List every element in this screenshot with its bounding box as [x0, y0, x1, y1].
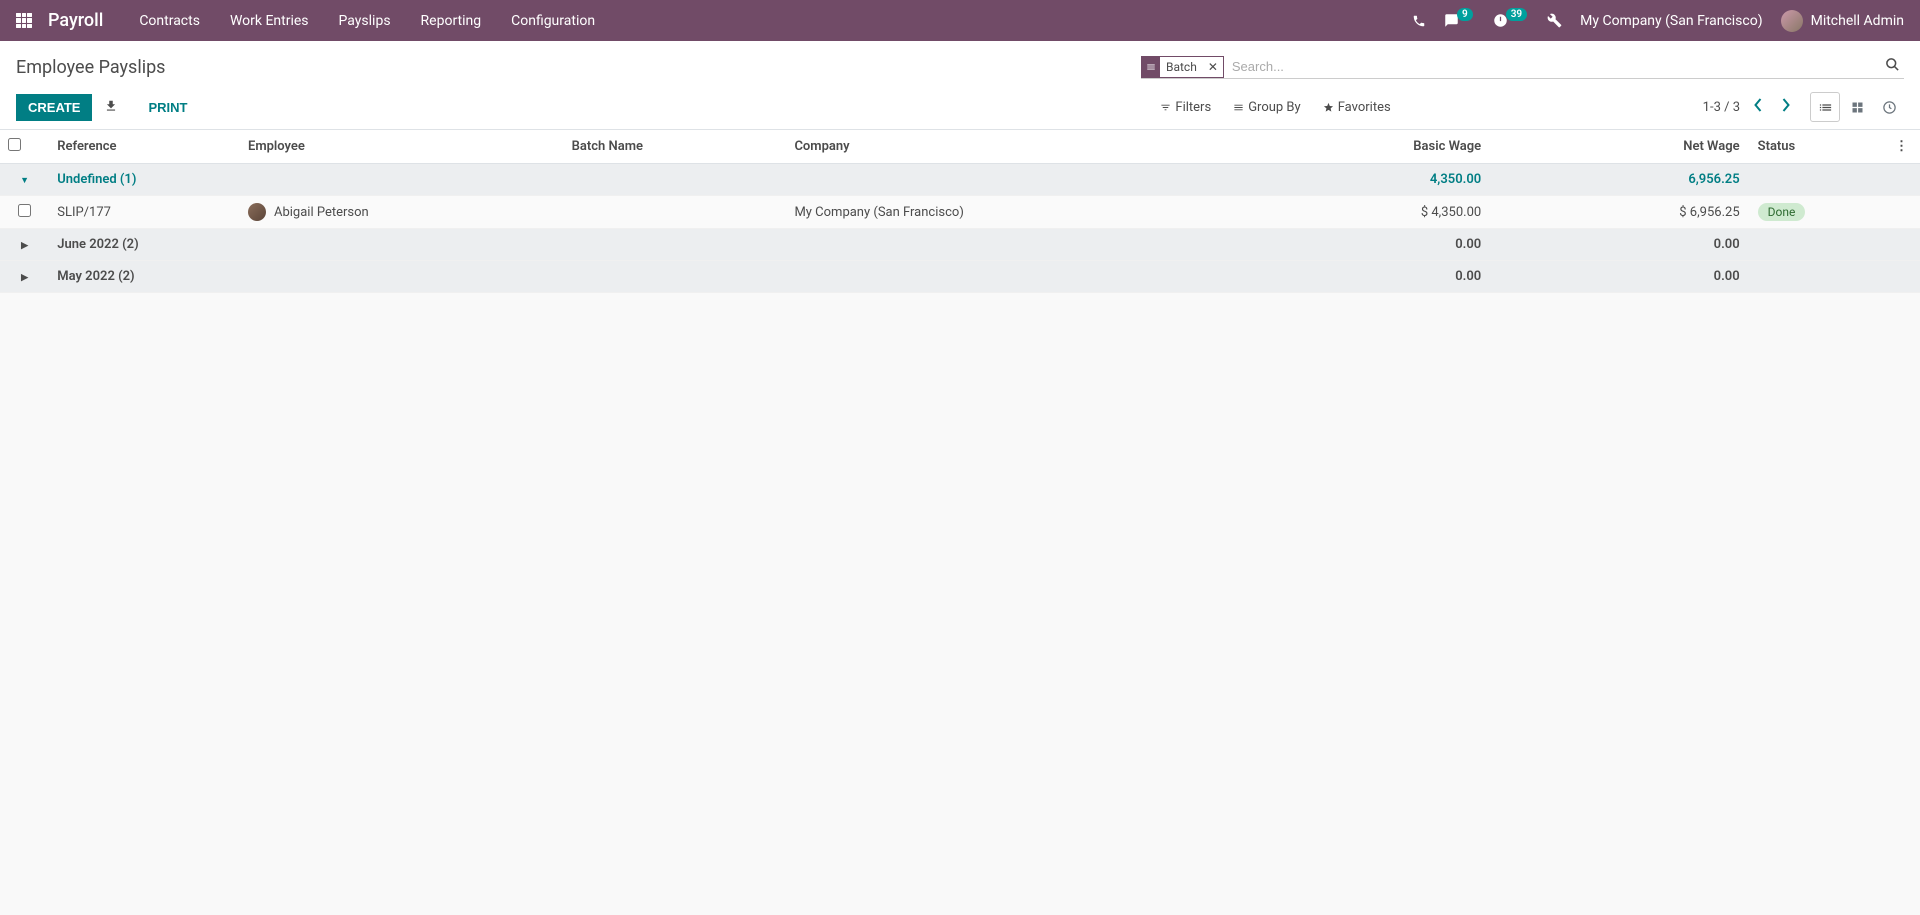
facet-remove[interactable]: ✕ — [1203, 60, 1223, 74]
groupby-facet-icon — [1142, 57, 1160, 77]
caret-icon: ▶ — [20, 273, 30, 283]
cell-batch — [564, 196, 787, 229]
export-button[interactable] — [94, 93, 128, 122]
select-all-checkbox[interactable] — [8, 138, 21, 151]
group-basic-wage: 0.00 — [1231, 261, 1489, 293]
groupby-icon — [1233, 102, 1244, 113]
row-checkbox[interactable] — [18, 204, 31, 217]
debug-icon[interactable] — [1547, 13, 1562, 28]
nav-configuration[interactable]: Configuration — [511, 13, 595, 29]
columns-menu[interactable]: ⋮ — [1883, 130, 1920, 164]
group-net-wage: 0.00 — [1489, 229, 1747, 261]
groupby-label: Group By — [1248, 100, 1301, 115]
nav-menu: Contracts Work Entries Payslips Reportin… — [139, 13, 595, 29]
filters-label: Filters — [1175, 100, 1211, 115]
caret-icon: ▼ — [20, 175, 30, 186]
col-employee[interactable]: Employee — [240, 130, 564, 164]
search-facet: Batch ✕ — [1141, 56, 1224, 78]
cell-basic-wage: $ 4,350.00 — [1231, 196, 1489, 229]
phone-icon[interactable] — [1412, 14, 1426, 28]
pager-next[interactable] — [1777, 94, 1794, 120]
col-status[interactable]: Status — [1748, 130, 1883, 164]
group-title: June 2022 (2) — [57, 237, 138, 252]
nav-work-entries[interactable]: Work Entries — [230, 13, 309, 29]
activities-badge: 39 — [1506, 8, 1527, 21]
pager-range[interactable]: 1-3 / 3 — [1703, 100, 1740, 115]
group-title: May 2022 (2) — [57, 269, 134, 284]
employee-avatar — [248, 203, 266, 221]
col-reference[interactable]: Reference — [49, 130, 240, 164]
groupby-button[interactable]: Group By — [1233, 100, 1301, 115]
apps-icon[interactable] — [16, 13, 32, 29]
control-panel: Employee Payslips Batch ✕ CREATE PRINT — [0, 41, 1920, 130]
activities-icon[interactable]: 39 — [1493, 13, 1529, 28]
group-net-wage: 6,956.25 — [1489, 164, 1747, 196]
nav-payslips[interactable]: Payslips — [339, 13, 391, 29]
group-row[interactable]: ▶ May 2022 (2) 0.000.00 — [0, 261, 1920, 293]
filters-button[interactable]: Filters — [1160, 100, 1211, 115]
col-batch[interactable]: Batch Name — [564, 130, 787, 164]
pager-prev[interactable] — [1750, 94, 1767, 120]
avatar — [1781, 10, 1803, 32]
filter-icon — [1160, 102, 1171, 113]
col-company[interactable]: Company — [786, 130, 1230, 164]
group-basic-wage: 0.00 — [1231, 229, 1489, 261]
activity-view-button[interactable] — [1874, 92, 1904, 122]
main-navbar: Payroll Contracts Work Entries Payslips … — [0, 0, 1920, 41]
page-title: Employee Payslips — [16, 57, 165, 78]
group-row[interactable]: ▼ Undefined (1) 4,350.006,956.25 — [0, 164, 1920, 196]
messages-icon[interactable]: 9 — [1444, 13, 1475, 28]
pager: 1-3 / 3 — [1703, 94, 1794, 120]
search-icon[interactable] — [1881, 57, 1904, 76]
cell-employee: Abigail Peterson — [274, 205, 369, 220]
nav-contracts[interactable]: Contracts — [139, 13, 200, 29]
group-basic-wage: 4,350.00 — [1231, 164, 1489, 196]
group-title: Undefined (1) — [57, 172, 136, 187]
favorites-button[interactable]: Favorites — [1323, 100, 1391, 115]
caret-icon: ▶ — [20, 241, 30, 251]
group-net-wage: 0.00 — [1489, 261, 1747, 293]
print-button[interactable]: PRINT — [136, 94, 199, 121]
payslip-table: Reference Employee Batch Name Company Ba… — [0, 130, 1920, 293]
cell-company: My Company (San Francisco) — [786, 196, 1230, 229]
kanban-view-button[interactable] — [1842, 92, 1872, 122]
favorites-label: Favorites — [1338, 100, 1391, 115]
company-switcher[interactable]: My Company (San Francisco) — [1580, 13, 1762, 29]
list-view-button[interactable] — [1810, 92, 1840, 122]
table-row[interactable]: SLIP/177 Abigail Peterson My Company (San … — [0, 196, 1920, 229]
search-view: Batch ✕ — [1141, 56, 1904, 79]
search-input[interactable] — [1224, 56, 1881, 77]
cell-net-wage: $ 6,956.25 — [1489, 196, 1747, 229]
cell-reference: SLIP/177 — [49, 196, 240, 229]
status-badge: Done — [1758, 203, 1806, 221]
facet-label: Batch — [1160, 60, 1203, 74]
user-menu[interactable]: Mitchell Admin — [1781, 10, 1904, 32]
group-row[interactable]: ▶ June 2022 (2) 0.000.00 — [0, 229, 1920, 261]
col-basic-wage[interactable]: Basic Wage — [1231, 130, 1489, 164]
nav-reporting[interactable]: Reporting — [421, 13, 482, 29]
app-brand[interactable]: Payroll — [48, 10, 103, 31]
create-button[interactable]: CREATE — [16, 94, 92, 121]
col-net-wage[interactable]: Net Wage — [1489, 130, 1747, 164]
user-name: Mitchell Admin — [1811, 13, 1904, 29]
star-icon — [1323, 102, 1334, 113]
messages-badge: 9 — [1457, 8, 1473, 21]
